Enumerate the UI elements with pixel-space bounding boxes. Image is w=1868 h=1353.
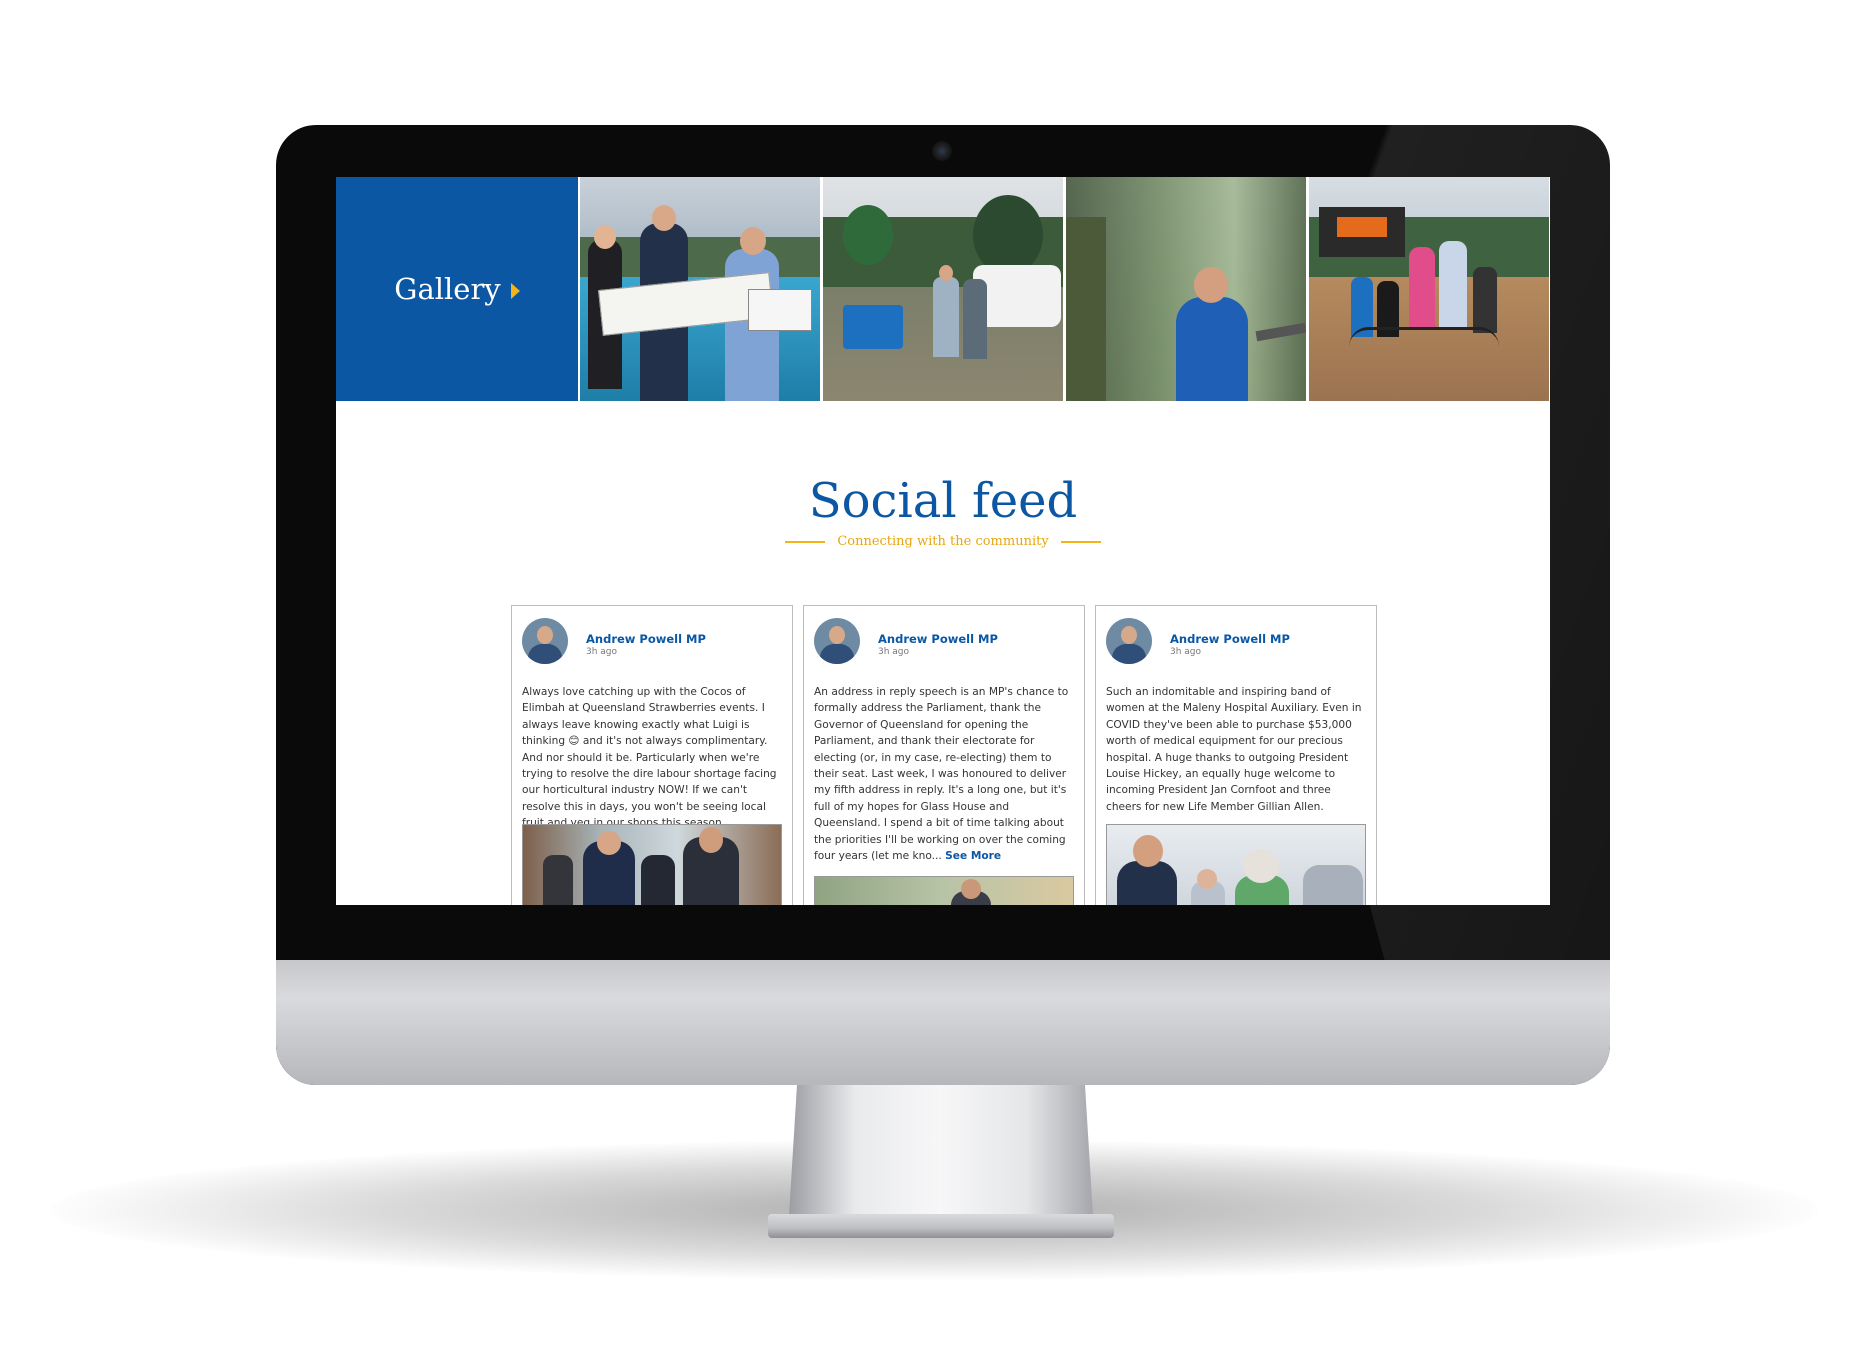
post-photo[interactable] [522,824,782,905]
avatar[interactable] [522,618,568,664]
screen: Gallery Social feed Connecting with the … [336,177,1550,905]
post-author[interactable]: Andrew Powell MP [878,632,998,646]
avatar[interactable] [814,618,860,664]
post-time: 3h ago [1170,647,1202,657]
gallery-title: Gallery [394,272,501,306]
post-author[interactable]: Andrew Powell MP [1170,632,1290,646]
gallery-photo-3[interactable] [1066,177,1306,401]
post-text: An address in reply speech is an MP's ch… [814,684,1076,864]
post-card[interactable]: Andrew Powell MP 3h ago An address in re… [803,605,1085,905]
post-author[interactable]: Andrew Powell MP [586,632,706,646]
feed-subtitle: Connecting with the community [837,534,1049,549]
divider-right [1060,540,1101,543]
see-more-link[interactable]: See More [945,850,1001,862]
post-body: Always love catching up with the Cocos o… [522,686,777,829]
post-time: 3h ago [586,647,618,657]
gallery-photo-4[interactable] [1309,177,1549,401]
gallery-photo-1[interactable] [580,177,820,401]
gallery-photo-2[interactable] [823,177,1063,401]
feed-subtitle-row: Connecting with the community [336,534,1550,549]
post-photo[interactable] [814,876,1074,905]
post-body: An address in reply speech is an MP's ch… [814,686,1069,863]
monitor-stand-base [768,1214,1114,1238]
post-card[interactable]: Andrew Powell MP 3h ago Always love catc… [511,605,793,905]
monitor-chin [276,960,1610,1085]
gallery-strip: Gallery [336,177,1550,401]
post-body: Such an indomitable and inspiring band o… [1106,686,1362,813]
feed-title: Social feed [808,473,1078,529]
avatar[interactable] [1106,618,1152,664]
post-photo[interactable] [1106,824,1366,905]
post-text: Always love catching up with the Cocos o… [522,684,784,832]
camera-icon [932,141,952,161]
post-card[interactable]: Andrew Powell MP 3h ago Such an indomita… [1095,605,1377,905]
divider-left [785,540,826,543]
chevron-right-icon [510,283,520,299]
post-time: 3h ago [878,647,910,657]
gallery-link[interactable]: Gallery [336,177,578,401]
post-text: Such an indomitable and inspiring band o… [1106,684,1368,815]
monitor: Gallery Social feed Connecting with the … [276,125,1610,1085]
monitor-stand [788,1082,1094,1232]
